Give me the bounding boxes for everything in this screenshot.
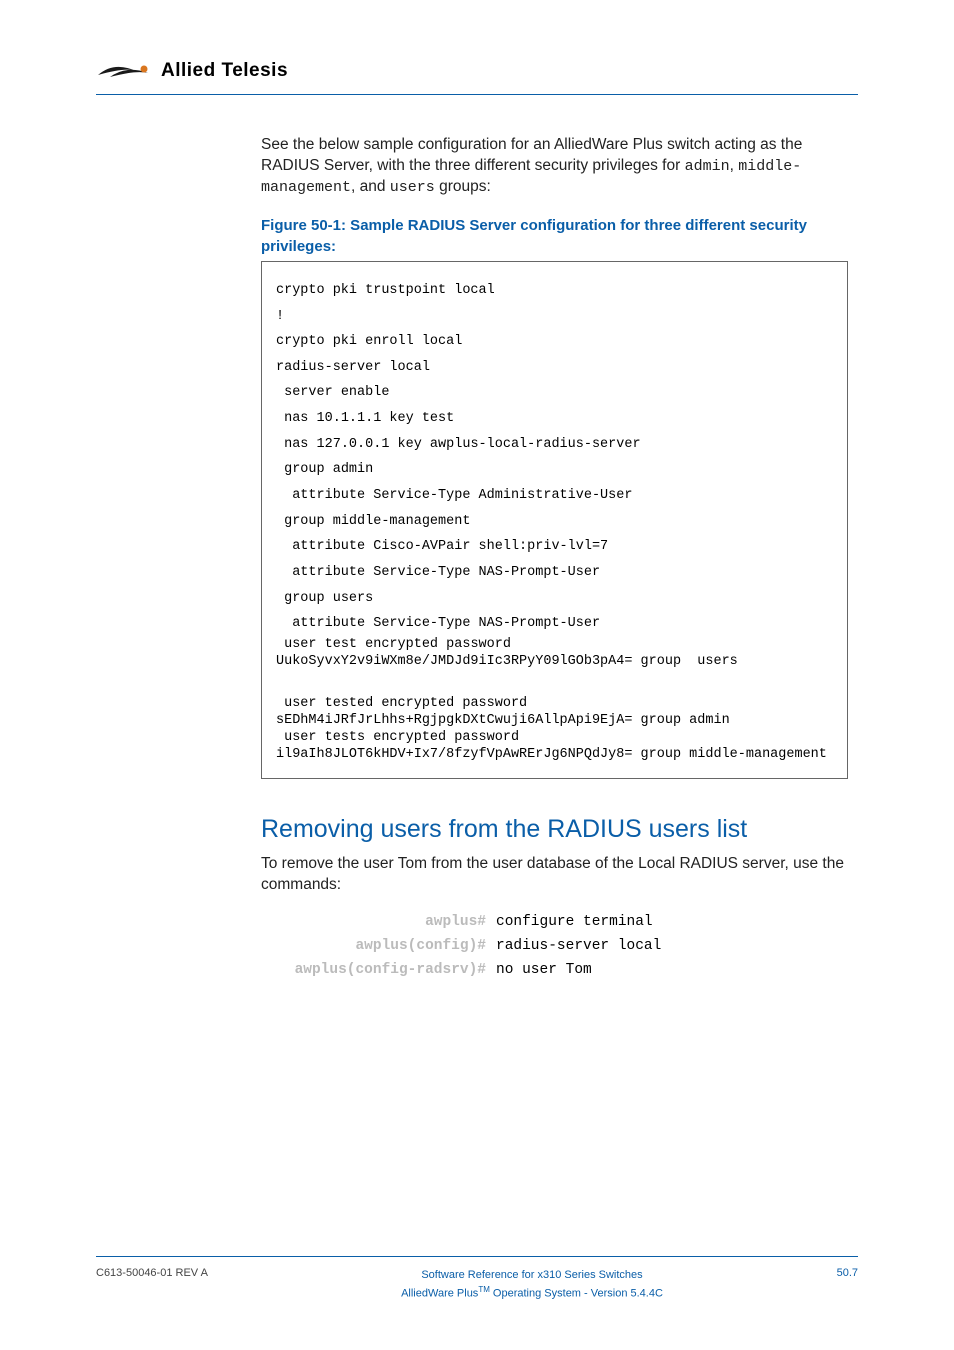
- code-line: group middle-management: [276, 514, 470, 529]
- brand-logo-icon: [96, 61, 151, 81]
- header-divider: [96, 94, 858, 95]
- cmd-text: no user Tom: [496, 962, 848, 978]
- code-line: user tested encrypted password sEDhM4iJR…: [276, 696, 833, 764]
- footer-page-number: 50.7: [798, 1267, 858, 1279]
- footer-title: Software Reference for x310 Series Switc…: [266, 1267, 798, 1284]
- footer-doc-ref: C613-50046-01 REV A: [96, 1267, 266, 1279]
- code-line: group admin: [276, 462, 373, 477]
- code-line: attribute Cisco-AVPair shell:priv-lvl=7: [276, 539, 608, 554]
- cmd-prompt: awplus#: [261, 914, 486, 930]
- code-line: crypto pki trustpoint local: [276, 283, 495, 298]
- code-line: crypto pki enroll local: [276, 334, 462, 349]
- intro-sep1: ,: [730, 157, 739, 174]
- code-line: !: [276, 309, 284, 324]
- figure-caption: Figure 50-1: Sample RADIUS Server config…: [261, 216, 848, 257]
- footer-tm: TM: [478, 1285, 490, 1294]
- code-line: attribute Service-Type NAS-Prompt-User: [276, 616, 600, 631]
- footer-subtitle: AlliedWare PlusTM Operating System - Ver…: [266, 1284, 798, 1302]
- cmd-text: configure terminal: [496, 914, 848, 930]
- code-sample-box: crypto pki trustpoint local ! crypto pki…: [261, 261, 848, 779]
- brand-name: Allied Telesis: [161, 60, 288, 82]
- main-content: See the below sample configuration for a…: [261, 135, 848, 978]
- intro-mono-users: users: [390, 179, 435, 196]
- code-line: server enable: [276, 385, 389, 400]
- code-line: nas 127.0.0.1 key awplus-local-radius-se…: [276, 437, 641, 452]
- cmd-prompt: awplus(config-radsrv)#: [261, 962, 486, 978]
- page-header: Allied Telesis: [96, 60, 858, 82]
- footer-center: Software Reference for x310 Series Switc…: [266, 1267, 798, 1302]
- footer-version: Operating System - Version 5.4.4C: [490, 1288, 663, 1300]
- cmd-text: radius-server local: [496, 938, 848, 954]
- code-line: nas 10.1.1.1 key test: [276, 411, 454, 426]
- command-table: awplus# configure terminal awplus(config…: [261, 914, 848, 978]
- intro-paragraph: See the below sample configuration for a…: [261, 135, 848, 198]
- section-heading: Removing users from the RADIUS users lis…: [261, 815, 848, 844]
- intro-tail: groups:: [435, 178, 491, 195]
- intro-sep2: , and: [351, 178, 390, 195]
- code-line: attribute Service-Type NAS-Prompt-User: [276, 565, 600, 580]
- section-body: To remove the user Tom from the user dat…: [261, 854, 848, 896]
- code-line: group users: [276, 591, 373, 606]
- page-footer: C613-50046-01 REV A Software Reference f…: [96, 1256, 858, 1302]
- cmd-prompt: awplus(config)#: [261, 938, 486, 954]
- code-line: radius-server local: [276, 360, 430, 375]
- code-line: attribute Service-Type Administrative-Us…: [276, 488, 632, 503]
- code-line: user test encrypted password UukoSyvxY2v…: [276, 637, 833, 671]
- intro-mono-admin: admin: [685, 158, 730, 175]
- footer-product: AlliedWare Plus: [401, 1288, 478, 1300]
- footer-divider: [96, 1256, 858, 1257]
